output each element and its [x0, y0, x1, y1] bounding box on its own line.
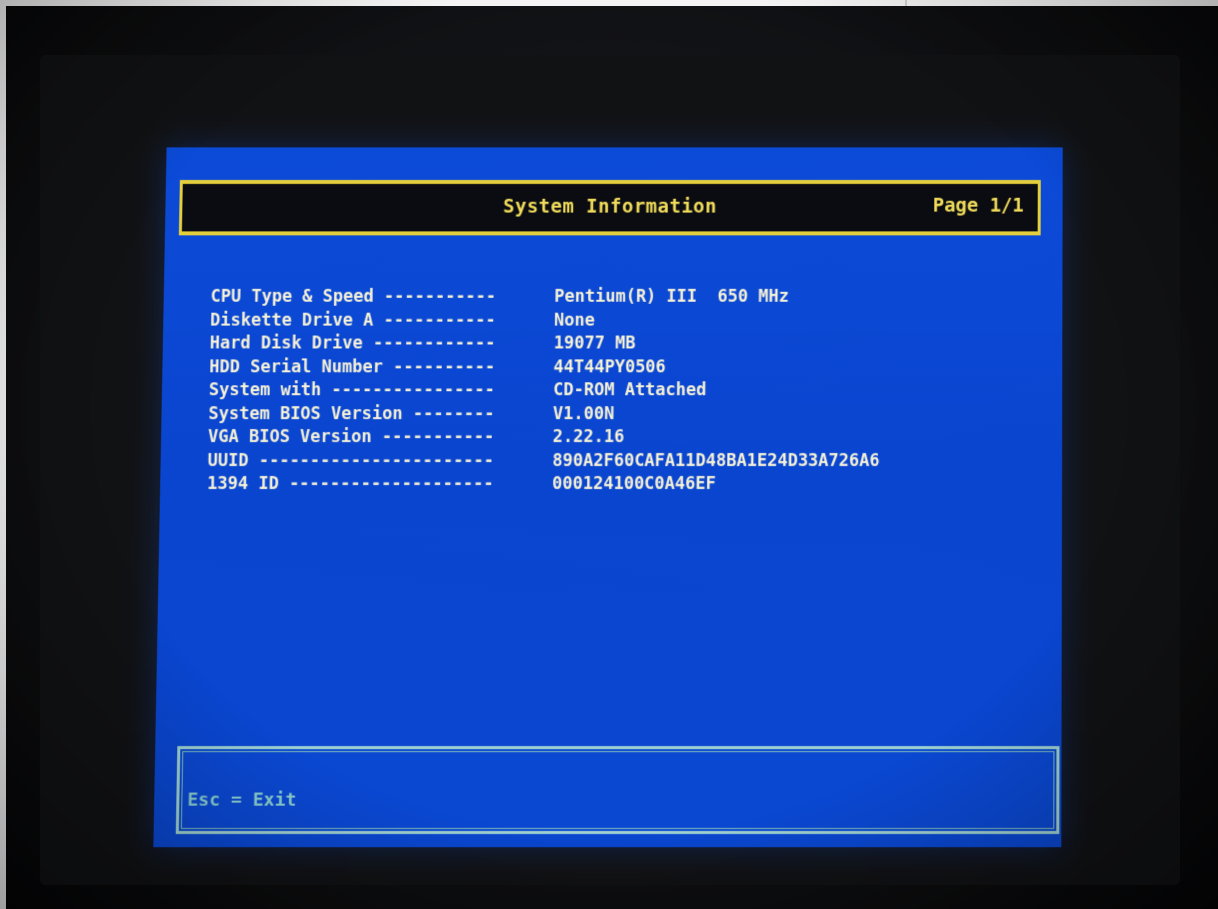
- info-row-hard-disk: Hard Disk Drive ------------ 19077 MB: [210, 333, 881, 356]
- info-value: CD-ROM Attached: [553, 379, 706, 402]
- info-value: V1.00N: [553, 403, 615, 426]
- info-row-1394-id: 1394 ID -------------------- 000124100C0…: [207, 473, 880, 496]
- system-info-list: CPU Type & Speed ----------- Pentium(R) …: [207, 286, 881, 497]
- info-row-diskette: Diskette Drive A ----------- None: [210, 309, 881, 332]
- info-label: System with ----------------: [209, 379, 554, 402]
- info-value: Pentium(R) III 650 MHz: [554, 286, 789, 309]
- info-value: 19077 MB: [554, 333, 636, 356]
- info-value: 890A2F60CAFA11D48BA1E24D33A726A6: [552, 450, 880, 473]
- page-indicator: Page 1/1: [933, 195, 1024, 217]
- info-label: HDD Serial Number ----------: [209, 356, 554, 379]
- info-label: 1394 ID --------------------: [207, 473, 552, 496]
- footer-hint-box: Esc = Exit: [176, 746, 1060, 834]
- info-label: CPU Type & Speed -----------: [210, 286, 554, 309]
- page-title: System Information: [182, 196, 1038, 218]
- info-value: 2.22.16: [553, 426, 625, 449]
- exit-hint[interactable]: Esc = Exit: [187, 790, 296, 811]
- info-row-cpu: CPU Type & Speed ----------- Pentium(R) …: [210, 286, 880, 309]
- info-row-vga-bios: VGA BIOS Version ----------- 2.22.16: [208, 426, 880, 449]
- info-row-uuid: UUID ----------------------- 890A2F60CAF…: [207, 450, 879, 473]
- footer-inner-border: [181, 751, 1055, 829]
- info-label: UUID -----------------------: [207, 450, 552, 473]
- info-row-bios-version: System BIOS Version -------- V1.00N: [208, 403, 880, 426]
- title-bar: System Information Page 1/1: [179, 180, 1041, 235]
- top-edge-notch: [905, 0, 907, 6]
- info-value: 000124100C0A46EF: [552, 473, 716, 496]
- info-label: System BIOS Version --------: [208, 403, 553, 426]
- bios-screen: System Information Page 1/1 CPU Type & S…: [153, 147, 1062, 847]
- top-edge-strip: [0, 0, 1218, 6]
- info-label: Diskette Drive A -----------: [210, 309, 554, 332]
- info-row-system-with: System with ---------------- CD-ROM Atta…: [209, 379, 880, 402]
- photo-frame: System Information Page 1/1 CPU Type & S…: [0, 0, 1218, 909]
- info-value: 44T44PY0506: [553, 356, 666, 379]
- info-label: Hard Disk Drive ------------: [210, 333, 554, 356]
- info-value: None: [554, 309, 595, 332]
- left-edge-strip: [0, 6, 6, 909]
- info-label: VGA BIOS Version -----------: [208, 426, 553, 449]
- info-row-hdd-serial: HDD Serial Number ---------- 44T44PY0506: [209, 356, 880, 379]
